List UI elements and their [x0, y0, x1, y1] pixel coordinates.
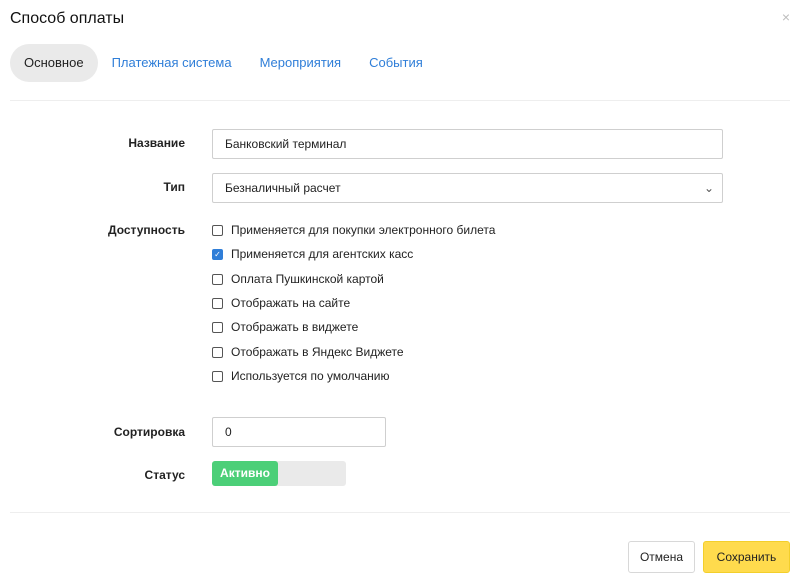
type-select-value: Безналичный расчет: [225, 181, 341, 195]
checkbox-default[interactable]: [212, 370, 223, 382]
checkbox-label: Отображать в виджете: [231, 320, 359, 334]
checkbox-label: Отображать на сайте: [231, 296, 351, 310]
checkbox-agent-cashdesk[interactable]: ✓: [212, 248, 223, 260]
tab-payment-system[interactable]: Платежная система: [98, 44, 246, 82]
divider-top: [10, 100, 790, 101]
availability-label: Доступность: [108, 223, 185, 237]
tab-sessions[interactable]: События: [355, 44, 437, 82]
checkbox-label: Оплата Пушкинской картой: [231, 272, 384, 286]
checkbox-label: Используется по умолчанию: [231, 369, 390, 383]
availability-option[interactable]: Применяется для покупки электронного бил…: [212, 221, 495, 239]
availability-option[interactable]: Отображать в виджете: [212, 318, 358, 336]
availability-option[interactable]: Отображать на сайте: [212, 294, 350, 312]
availability-option[interactable]: Используется по умолчанию: [212, 367, 390, 385]
close-icon[interactable]: ×: [782, 10, 790, 24]
dialog-title: Способ оплаты: [10, 10, 125, 27]
checkbox-show-on-site[interactable]: [212, 297, 223, 309]
chevron-down-icon: ⌄: [703, 181, 714, 195]
checkbox-show-in-yandex-widget[interactable]: [212, 346, 223, 358]
name-input[interactable]: Банковский терминал: [212, 129, 723, 159]
availability-option[interactable]: Оплата Пушкинской картой: [212, 270, 384, 288]
type-select[interactable]: Безналичный расчет ⌄: [212, 173, 723, 203]
save-button[interactable]: Сохранить: [703, 541, 790, 573]
type-label: Тип: [163, 180, 186, 194]
payment-method-dialog: Способ оплаты × Основное Платежная систе…: [0, 0, 800, 583]
checkbox-label: Применяется для покупки электронного бил…: [231, 223, 496, 237]
tabs-bar: Основное Платежная система Мероприятия С…: [10, 44, 437, 82]
checkbox-pushkin-card[interactable]: [212, 273, 223, 285]
checkbox-electronic-ticket[interactable]: [212, 224, 223, 236]
checkbox-label: Отображать в Яндекс Виджете: [231, 345, 404, 359]
sort-label: Сортировка: [113, 425, 185, 439]
status-toggle-on: Активно: [212, 461, 278, 486]
sort-input[interactable]: 0: [212, 417, 386, 447]
availability-option[interactable]: Отображать в Яндекс Виджете: [212, 343, 404, 361]
status-label: Статус: [144, 468, 185, 482]
tab-main[interactable]: Основное: [10, 44, 98, 82]
checkbox-label: Применяется для агентских касс: [231, 247, 414, 261]
checkbox-show-in-widget[interactable]: [212, 321, 223, 333]
divider-bottom: [10, 512, 790, 513]
status-toggle[interactable]: Активно: [212, 461, 346, 486]
availability-option[interactable]: ✓ Применяется для агентских касс: [212, 245, 413, 263]
name-label: Название: [128, 136, 185, 150]
tab-events-list[interactable]: Мероприятия: [246, 44, 356, 82]
cancel-button[interactable]: Отмена: [628, 541, 695, 573]
